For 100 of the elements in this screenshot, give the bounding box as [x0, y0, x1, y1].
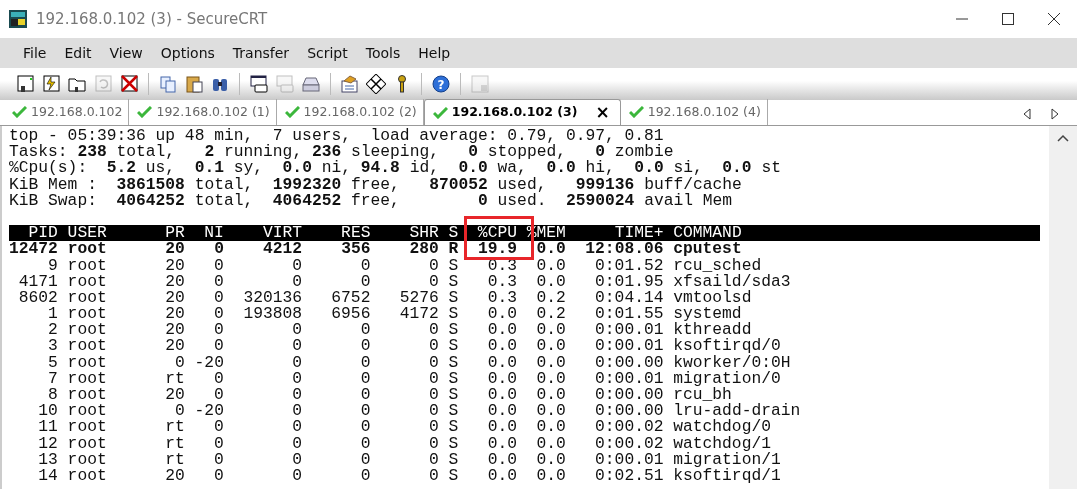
session-tab[interactable]: 192.168.0.102 (4)	[620, 99, 768, 125]
table-cell-text: 0	[291, 338, 303, 355]
table-cell: cputest	[673, 241, 742, 258]
terminal-line: Tasks: 238 total, 2 running, 236 sleeping, 0 stopped, 0 zombie	[9, 144, 675, 161]
table-cell-text: 0	[291, 435, 303, 452]
column-header: COMMAND	[673, 225, 742, 242]
menu-item[interactable]: Edit	[55, 42, 101, 64]
column-header: VIRT	[261, 225, 303, 242]
table-cell-text: 0:00.00	[594, 387, 664, 404]
column-header: RES	[340, 225, 371, 242]
table-cell-text: root	[67, 354, 108, 371]
table-cell-text: 0:01.95	[594, 273, 664, 290]
column-header: USER	[67, 225, 108, 242]
table-cell-text: rt	[164, 419, 185, 436]
table-cell: rcu_bh	[673, 387, 732, 404]
close-icon	[1048, 13, 1060, 25]
table-cell-text: root	[67, 419, 108, 436]
table-cell-text: rt	[164, 435, 185, 452]
table-cell-text: 2	[47, 322, 58, 339]
table-cell-text: 11	[37, 419, 58, 436]
menu-item[interactable]: Tools	[356, 42, 410, 64]
table-cell-text: root	[67, 467, 108, 485]
table-cell-text: 0.0	[486, 451, 517, 468]
table-cell-text: 0.0	[535, 387, 566, 404]
menu-item[interactable]: Help	[409, 42, 460, 64]
scroll-right-icon[interactable]	[1049, 107, 1061, 121]
table-cell-text: 0	[359, 451, 371, 468]
table-cell-text: 0.0	[486, 467, 517, 485]
table-cell-text: 0	[359, 403, 371, 420]
table-cell-text: 20	[164, 467, 185, 485]
terminal-line: %Cpu(s): 5.2 us, 0.1 sy, 0.0 ni, 94.8 id, 0.0 wa, 0.0 hi, 0.0 si, 0.0 st	[9, 160, 782, 177]
table-cell-text: 0	[428, 387, 439, 404]
menu-item[interactable]: View	[100, 42, 152, 64]
table-cell-text: 20	[164, 257, 185, 274]
table-cell-text: 0:04.14	[594, 289, 664, 307]
menu-item[interactable]: Options	[151, 42, 224, 64]
table-cell-text: 3	[47, 338, 58, 355]
table-cell-text: 0:01.52	[594, 257, 664, 274]
app-icon	[8, 9, 28, 29]
table-cell-text: 7	[47, 370, 58, 387]
menu-item[interactable]: Script	[298, 42, 357, 64]
scroll-left-icon[interactable]	[1021, 107, 1033, 121]
table-cell-text: root	[67, 370, 108, 387]
table-cell-text: 20	[164, 322, 185, 339]
checkmark-icon	[432, 106, 448, 119]
table-cell-text: 0.0	[535, 435, 566, 452]
session-tab[interactable]: 192.168.0.102 (2)	[276, 99, 424, 125]
table-cell: S	[448, 419, 459, 436]
session-tab[interactable]: 192.168.0.102 (1)	[129, 99, 277, 125]
table-cell-text: 0	[359, 370, 371, 387]
table-cell-text: 20	[164, 289, 185, 307]
table-cell: 12472	[9, 241, 58, 258]
table-cell-text: root	[67, 306, 108, 323]
column-header: TIME+	[614, 225, 664, 242]
table-cell: S	[448, 273, 459, 290]
column-header: PR	[164, 225, 185, 242]
table-cell-text: 280	[408, 241, 439, 258]
table-cell-text: 0	[213, 257, 224, 274]
menu-item[interactable]: Transfer	[223, 42, 299, 64]
table-cell-text: 0:00.01	[594, 338, 664, 355]
table-cell-text: 0.0	[486, 387, 517, 404]
terminal-line: KiB Mem : 3861508 total, 1992320 free, 870052 used, 999136 buff/cache	[9, 176, 743, 193]
table-cell-text: 0	[428, 419, 439, 436]
table-cell-text: 20	[164, 387, 185, 404]
table-cell-text: 0	[213, 241, 224, 258]
table-cell-text: root	[67, 322, 108, 339]
column-header: NI	[203, 225, 224, 242]
menu-item[interactable]: File	[14, 42, 56, 64]
table-cell-text: 0.2	[535, 306, 566, 323]
table-cell-text: 0	[359, 354, 371, 371]
table-cell-text: 9	[47, 257, 58, 274]
table-cell-text: 0.0	[535, 467, 566, 485]
session-tab[interactable]: 192.168.0.102	[4, 99, 130, 125]
table-cell: xfsaild/sda3	[673, 273, 791, 290]
table-cell-text: 0.0	[535, 403, 566, 420]
close-tab-button[interactable]: ×	[591, 104, 614, 121]
table-cell-text: 0:00.00	[594, 403, 664, 420]
session-tab[interactable]: 192.168.0.102 (3) ×	[423, 99, 621, 125]
table-cell-text: root	[67, 387, 108, 404]
window-title: 192.168.0.102 (3) - SecureCRT	[36, 8, 269, 30]
table-cell: S	[448, 467, 459, 485]
table-cell-text: 0	[213, 387, 224, 404]
table-cell-text: 0.0	[535, 419, 566, 436]
table-cell-text: 0	[213, 322, 224, 339]
table-cell-text: 0	[428, 370, 439, 387]
checkmark-icon	[137, 106, 153, 118]
table-cell-text: root	[67, 338, 108, 355]
table-cell-text: root	[67, 435, 108, 452]
table-cell-text: 10	[37, 403, 58, 420]
table-cell-text: 0.0	[535, 322, 566, 339]
table-cell-text: 0	[291, 322, 303, 339]
table-cell-text: 0	[428, 354, 439, 371]
scrollbar[interactable]	[1049, 126, 1077, 489]
table-cell-text: 0	[213, 306, 224, 323]
table-cell-text: 0.0	[486, 370, 517, 387]
table-cell-text: 0	[174, 354, 185, 371]
table-cell-text: 0.3	[486, 273, 517, 290]
table-cell-text: 0	[213, 467, 224, 485]
table-cell-text: 0:00.01	[594, 370, 664, 387]
table-cell-text: 0	[428, 338, 439, 355]
